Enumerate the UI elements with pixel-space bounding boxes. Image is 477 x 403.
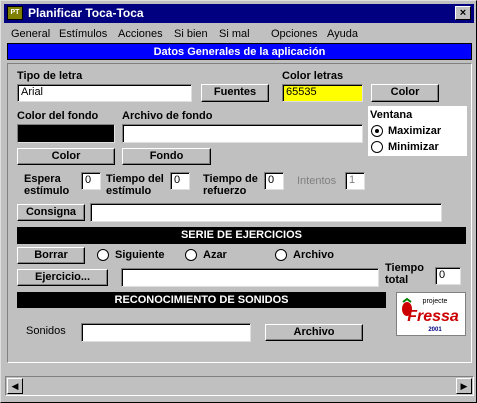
scroll-left-button[interactable]: ◀ [7,378,23,394]
logo-top-text: projecte [423,298,448,305]
logo-year-text: 2001 [428,327,442,333]
general-data-panel: Tipo de letra Arial Fuentes Color letras… [7,63,472,363]
total-time-label-2: total [385,274,409,286]
sounds-file-button[interactable]: Archivo [265,324,363,341]
horizontal-scrollbar[interactable]: ◀ ▶ [5,376,474,396]
total-time-field[interactable]: 0 [435,267,461,285]
stimulus-time-label-2: estímulo [106,185,152,197]
bg-color-swatch [17,124,115,143]
next-radio[interactable] [97,249,109,261]
window-mode-label: Ventana [370,109,413,121]
maximize-radio[interactable] [371,125,383,137]
reinforcement-time-field[interactable]: 0 [264,172,284,190]
attempts-field: 1 [345,172,365,190]
font-label: Tipo de letra [17,70,83,82]
section-header: Datos Generales de la aplicación [7,43,472,60]
font-color-field[interactable]: 65535 [282,84,363,102]
app-icon: PT [7,6,23,20]
bg-color-button[interactable]: Color [17,148,115,165]
menu-general[interactable]: General [11,27,50,41]
menu-si-bien[interactable]: Si bien [174,27,208,41]
random-radio[interactable] [185,249,197,261]
sounds-label: Sonidos [26,325,66,337]
minimize-radio[interactable] [371,141,383,153]
bg-file-button[interactable]: Fondo [122,148,211,165]
next-label[interactable]: Siguiente [115,249,165,262]
fressa-logo-graphic: projecte Fressa 2001 [402,297,459,333]
menu-acciones[interactable]: Acciones [118,27,163,41]
clear-button[interactable]: Borrar [17,247,85,264]
menu-estimulos[interactable]: Estímulos [59,27,107,41]
file-radio[interactable] [275,249,287,261]
menu-si-mal[interactable]: Si mal [219,27,250,41]
menu-opciones[interactable]: Opciones [271,27,317,41]
fressa-logo: projecte Fressa 2001 [396,292,466,336]
stimulus-time-field[interactable]: 0 [170,172,190,190]
fonts-button[interactable]: Fuentes [201,84,269,102]
font-color-button[interactable]: Color [371,84,439,102]
selected-dot [375,129,379,133]
menu-ayuda[interactable]: Ayuda [327,27,358,41]
exercise-button[interactable]: Ejercicio... [17,269,108,286]
wait-field[interactable]: 0 [81,172,101,190]
sound-recognition-header: RECONOCIMIENTO DE SONIDOS [17,292,386,308]
file-label[interactable]: Archivo [293,249,334,262]
minimize-label[interactable]: Minimizar [388,141,439,154]
attempts-label: Intentos [297,175,337,187]
scroll-right-button[interactable]: ▶ [456,378,472,394]
application-window: PT Planificar Toca-Toca × General Estímu… [0,0,477,403]
sounds-field[interactable] [81,323,251,342]
wait-label-2: estímulo [24,185,70,197]
window-title: Planificar Toca-Toca [28,6,144,20]
maximize-label[interactable]: Maximizar [388,125,441,138]
instruction-button[interactable]: Consigna [17,204,85,221]
exercise-series-header: SERIE DE EJERCICIOS [17,227,466,244]
random-label[interactable]: Azar [203,249,227,262]
bg-file-field[interactable] [122,124,363,143]
title-bar: PT Planificar Toca-Toca × [4,4,474,23]
reinforcement-time-label-2: refuerzo [203,185,247,197]
leaf-shape [402,297,412,303]
font-color-label: Color letras [282,70,344,82]
font-field[interactable]: Arial [17,84,192,102]
bg-file-label: Archivo de fondo [122,110,213,122]
exercise-field[interactable] [121,268,379,287]
instruction-field[interactable] [90,203,442,222]
logo-main-text: Fressa [407,308,459,325]
close-button[interactable]: × [455,6,471,20]
bg-color-label: Color del fondo [17,110,99,122]
menu-bar: General Estímulos Acciones Si bien Si ma… [5,25,474,43]
